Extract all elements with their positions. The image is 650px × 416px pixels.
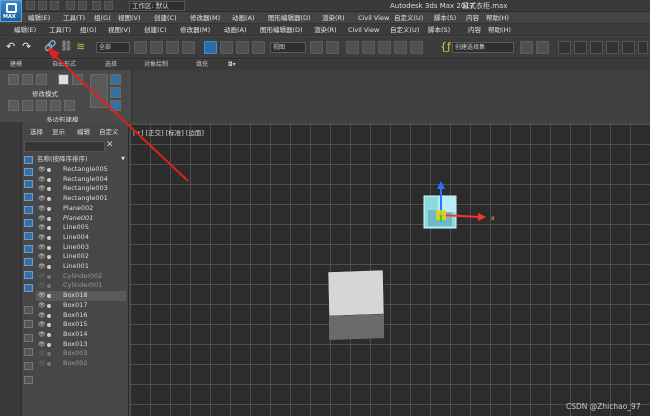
box-object[interactable]	[327, 269, 385, 340]
app-logo-icon[interactable]: MAX	[0, 0, 22, 22]
viewport-scene: x	[47, 47, 495, 340]
annotation-arrow	[47, 47, 189, 182]
gizmo-axis-label: x	[491, 215, 495, 222]
watermark: CSDN @Zhichao_97	[566, 402, 641, 411]
